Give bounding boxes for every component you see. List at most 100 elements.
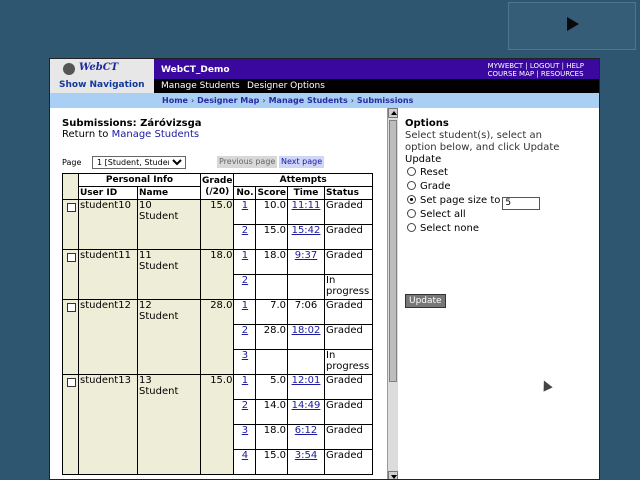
breadcrumb-item[interactable]: Submissions	[357, 96, 413, 105]
attempt-link[interactable]: 1	[242, 301, 248, 312]
attempt-no-cell: 3	[233, 349, 257, 375]
attempt-link[interactable]: 2	[242, 326, 248, 337]
option-row[interactable]: Reset	[407, 166, 448, 179]
attempt-time-link[interactable]: 9:37	[295, 251, 317, 262]
floating-window-thumbnail[interactable]	[508, 2, 636, 50]
select-student-checkbox[interactable]	[67, 303, 76, 312]
option-row[interactable]: Select none	[407, 222, 479, 235]
option-label: Select all	[420, 209, 466, 220]
breadcrumb-separator-icon: ›	[350, 96, 354, 105]
name-line-2: Student	[139, 261, 179, 272]
attempt-no-cell: 2	[233, 324, 257, 350]
attempt-no-cell: 1	[233, 299, 257, 325]
attempt-time-link[interactable]: 18:02	[292, 326, 321, 337]
name-line-2: Student	[139, 311, 179, 322]
attempt-time-link[interactable]: 3:54	[295, 451, 317, 462]
next-page-button[interactable]: Next page	[279, 156, 325, 168]
view-label: Designer Options	[247, 81, 325, 91]
grade-cell: 28.0	[199, 299, 235, 375]
attempt-link[interactable]: 1	[242, 201, 248, 212]
return-manage-students-link[interactable]: Manage Students	[112, 129, 199, 140]
attempt-status-cell: In progress	[324, 274, 373, 300]
attempt-link[interactable]: 2	[242, 226, 248, 237]
attempt-time-cell: 18:02	[287, 324, 325, 350]
option-radio[interactable]	[407, 181, 416, 190]
previous-page-button[interactable]: Previous page	[217, 156, 278, 168]
attempt-time-link[interactable]: 15:42	[292, 226, 321, 237]
scroll-down-icon[interactable]	[388, 471, 398, 479]
attempt-link[interactable]: 1	[242, 376, 248, 387]
table-row: student13 13 Student 15.0 1 5.0 12:01 Graded	[62, 374, 373, 475]
options-title: Options	[405, 118, 449, 129]
attempt-time-link[interactable]: 6:12	[295, 426, 317, 437]
attempt-status-cell: Graded	[324, 249, 373, 275]
breadcrumb-item[interactable]: Designer Map	[197, 96, 259, 105]
attempt-time-link[interactable]: 12:01	[292, 376, 321, 387]
select-cell[interactable]	[62, 199, 79, 250]
breadcrumb-item[interactable]: Manage Students	[269, 96, 348, 105]
personal-info-header: Personal Info	[78, 173, 201, 187]
attempt-link[interactable]: 3	[242, 351, 248, 362]
name-line-1: 11	[139, 250, 152, 262]
option-radio[interactable]	[407, 167, 416, 176]
select-student-checkbox[interactable]	[67, 253, 76, 262]
attempt-score-cell: 5.0	[255, 374, 288, 400]
option-row[interactable]: Set page size to 5	[407, 194, 541, 210]
table-row: student11 11 Student 18.0 1 18.0 9:37 Graded	[62, 249, 373, 300]
attempt-score-cell: 18.0	[255, 424, 288, 450]
page-select[interactable]: 1 [Student, Student	[92, 156, 186, 169]
update-button[interactable]: Update	[405, 294, 446, 308]
breadcrumb-trail: Home › Designer Map › Manage Students › Submis…	[162, 96, 413, 105]
attempt-no-cell: 2	[233, 399, 257, 425]
attempts-header: Attempts	[233, 173, 373, 187]
attempt-score-cell: 28.0	[255, 324, 288, 350]
attempt-score-cell: 15.0	[255, 449, 288, 475]
select-cell[interactable]	[62, 299, 79, 375]
select-cell[interactable]	[62, 249, 79, 300]
breadcrumb-item[interactable]: Home	[162, 96, 188, 105]
option-row[interactable]: Grade	[407, 180, 451, 193]
scroll-up-icon[interactable]	[388, 108, 398, 118]
col-name[interactable]: Name	[137, 186, 201, 200]
select-student-checkbox[interactable]	[67, 203, 76, 212]
col-user-id[interactable]: User ID	[78, 186, 138, 200]
user-id-cell: student10	[78, 199, 138, 250]
option-row[interactable]: Select all	[407, 208, 466, 221]
attempt-score-cell	[255, 274, 288, 300]
tool-title: Manage Students	[161, 81, 240, 91]
attempt-link[interactable]: 2	[242, 276, 248, 287]
submissions-table: Personal Info Grade (/20) Attempts User I…	[62, 173, 373, 475]
option-radio[interactable]	[407, 223, 416, 232]
option-label: Select none	[420, 223, 479, 234]
option-radio[interactable]	[407, 209, 416, 218]
attempt-link[interactable]: 3	[242, 426, 248, 437]
scroll-thumb[interactable]	[389, 120, 397, 382]
option-label: Set page size to	[420, 195, 501, 206]
attempt-time-link[interactable]: 14:49	[292, 401, 321, 412]
top-links-row-2[interactable]: COURSE MAP | RESOURCES	[488, 70, 584, 78]
attempt-time-cell: 11:11	[287, 199, 325, 225]
col-status: Status	[324, 186, 373, 200]
attempt-no-cell: 2	[233, 224, 257, 250]
table-row: student10 10 Student 15.0 1 10.0 11:11 Graded	[62, 199, 373, 250]
show-navigation-link[interactable]: Show Navigation	[59, 80, 145, 90]
select-student-checkbox[interactable]	[67, 378, 76, 387]
grade-header: Grade (/20)	[199, 173, 235, 200]
attempt-score-cell: 14.0	[255, 399, 288, 425]
vertical-scrollbar[interactable]	[387, 108, 398, 479]
option-label: Reset	[420, 167, 448, 178]
page-size-input[interactable]: 5	[502, 197, 541, 210]
attempt-link[interactable]: 4	[242, 451, 248, 462]
course-title[interactable]: WebCT_Demo	[161, 65, 230, 75]
logo-mascot-icon	[63, 63, 75, 75]
grade-cell: 18.0	[199, 249, 235, 300]
select-cell[interactable]	[62, 374, 79, 475]
option-radio[interactable]	[407, 195, 416, 204]
user-id-cell: student13	[78, 374, 138, 475]
attempt-link[interactable]: 1	[242, 251, 248, 262]
attempt-status-cell: Graded	[324, 224, 373, 250]
top-links-row-1[interactable]: MYWEBCT | LOGOUT | HELP	[488, 62, 584, 70]
attempt-time-link[interactable]: 11:11	[292, 201, 321, 212]
attempt-link[interactable]: 2	[242, 401, 248, 412]
attempt-status-cell: In progress	[324, 349, 373, 375]
